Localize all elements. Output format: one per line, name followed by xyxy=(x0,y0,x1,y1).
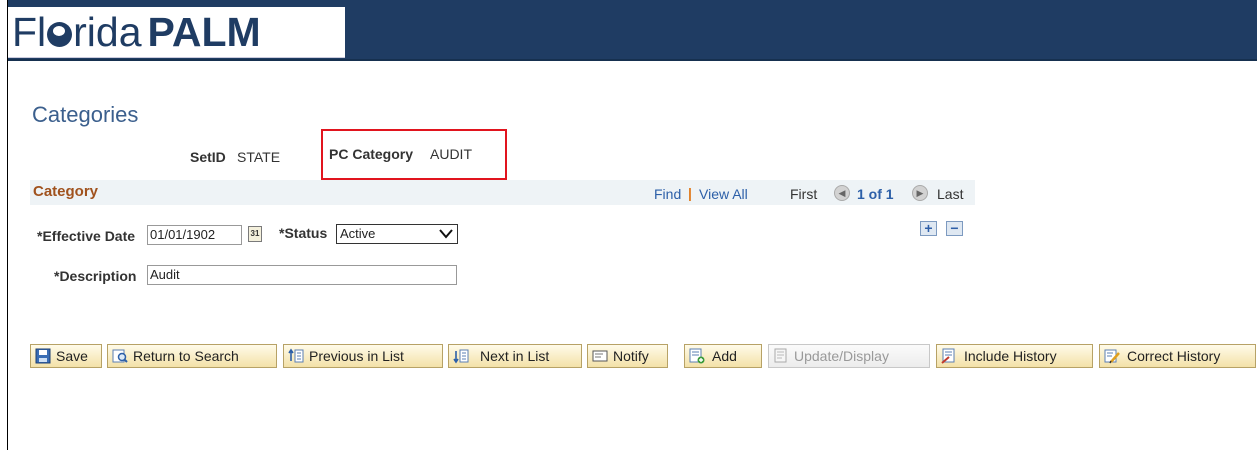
florida-palm-logo: Fl rida PALM xyxy=(12,7,261,57)
effective-date-label: *Effective Date xyxy=(37,228,136,244)
logo-text-rida: rida xyxy=(73,9,142,55)
return-to-search-button[interactable]: Return to Search xyxy=(107,344,277,368)
next-row-icon: ▶ xyxy=(912,185,928,201)
add-icon xyxy=(689,348,705,364)
include-history-label: Include History xyxy=(964,348,1057,364)
next-in-list-label: Next in List xyxy=(480,348,550,364)
correct-history-label: Correct History xyxy=(1127,348,1221,364)
description-input[interactable]: Audit xyxy=(147,265,457,285)
previous-in-list-label: Previous in List xyxy=(309,348,404,364)
save-button-label: Save xyxy=(56,348,88,364)
delete-row-button[interactable]: − xyxy=(946,221,963,236)
correct-history-button[interactable]: Correct History xyxy=(1099,344,1256,368)
setid-value: STATE xyxy=(237,149,281,165)
logo-text-fl: Fl xyxy=(12,9,47,55)
correct-history-icon xyxy=(1104,349,1120,364)
florida-sun-icon xyxy=(47,22,73,47)
effective-date-input[interactable]: 01/01/1902 xyxy=(147,225,242,245)
view-all-link[interactable]: View All xyxy=(699,186,748,202)
save-button[interactable]: Save xyxy=(30,344,102,368)
window-left-border xyxy=(7,0,8,450)
find-view-separator: | xyxy=(688,185,692,201)
row-page-indicator: 1 of 1 xyxy=(857,186,894,202)
add-label: Add xyxy=(712,348,737,364)
status-select[interactable]: Active xyxy=(336,224,458,244)
chevron-down-icon xyxy=(439,229,453,239)
setid-label: SetID xyxy=(190,149,226,165)
save-icon xyxy=(35,348,51,364)
update-display-button: Update/Display xyxy=(768,344,930,368)
next-in-list-button[interactable]: Next in List xyxy=(448,344,582,368)
return-to-search-label: Return to Search xyxy=(133,348,239,364)
previous-row-icon: ◀ xyxy=(834,185,850,201)
previous-in-list-icon xyxy=(288,348,304,363)
notify-button[interactable]: Notify xyxy=(587,344,668,368)
calendar-icon[interactable]: 31 xyxy=(248,226,262,242)
include-history-button[interactable]: Include History xyxy=(936,344,1093,368)
page-title: Categories xyxy=(32,102,139,127)
update-display-label: Update/Display xyxy=(794,348,889,364)
category-section-title: Category xyxy=(33,183,99,200)
status-select-value: Active xyxy=(340,226,376,241)
include-history-icon xyxy=(941,348,955,364)
next-in-list-icon xyxy=(453,349,469,364)
notify-label: Notify xyxy=(613,348,649,364)
update-display-icon xyxy=(774,348,787,363)
header-underline xyxy=(8,59,1257,61)
logo-text-palm: PALM xyxy=(147,9,261,55)
add-button[interactable]: Add xyxy=(684,344,762,368)
status-label: *Status xyxy=(279,225,328,241)
add-row-button[interactable]: + xyxy=(920,221,937,236)
notify-icon xyxy=(592,350,608,362)
find-link[interactable]: Find xyxy=(654,186,681,202)
first-label: First xyxy=(790,186,818,202)
return-search-icon xyxy=(112,349,128,363)
pc-category-highlight-box xyxy=(321,129,507,180)
last-label: Last xyxy=(937,186,964,202)
description-label: *Description xyxy=(54,268,137,284)
previous-in-list-button[interactable]: Previous in List xyxy=(283,344,443,368)
